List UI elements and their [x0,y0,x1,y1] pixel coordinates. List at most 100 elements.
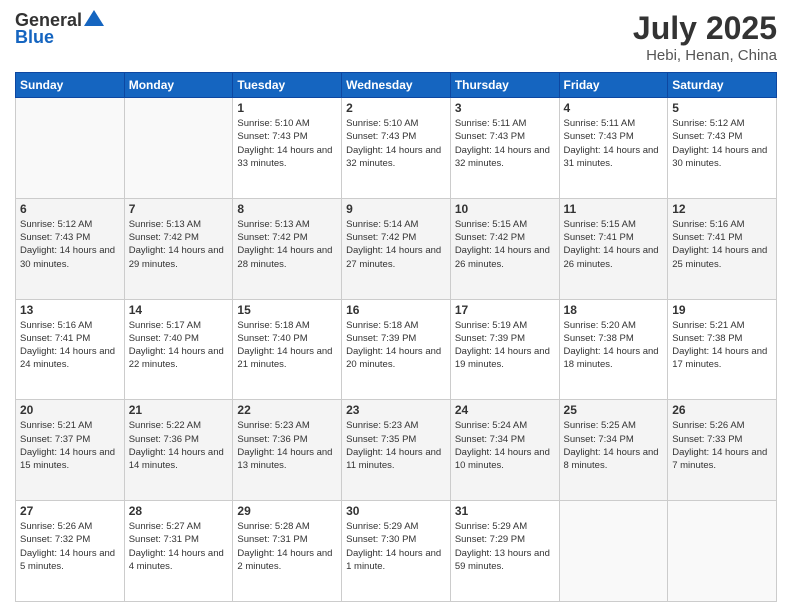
calendar-cell: 3Sunrise: 5:11 AMSunset: 7:43 PMDaylight… [450,98,559,199]
page: General Blue July 2025 Hebi, Henan, Chin… [0,0,792,612]
day-number: 21 [129,403,229,417]
calendar-header-wednesday: Wednesday [342,73,451,98]
calendar-header-tuesday: Tuesday [233,73,342,98]
calendar-cell: 18 Sunrise: 5:20 AMSunset: 7:38 PMDayligh… [559,299,668,400]
calendar-cell: 2Sunrise: 5:10 AMSunset: 7:43 PMDaylight… [342,98,451,199]
calendar-table: SundayMondayTuesdayWednesdayThursdayFrid… [15,72,777,602]
day-info: Sunrise: 5:26 AMSunset: 7:32 PMDaylight:… [20,520,120,573]
day-info: Sunrise: 5:20 AMSunset: 7:38 PMDaylight:… [564,319,664,372]
day-info: Sunrise: 5:21 AMSunset: 7:37 PMDaylight:… [20,419,120,472]
calendar-cell: 17 Sunrise: 5:19 AMSunset: 7:39 PMDayligh… [450,299,559,400]
calendar-cell [668,501,777,602]
calendar-cell: 1 Sunrise: 5:10 AMSunset: 7:43 PMDaylight… [233,98,342,199]
day-info: Sunrise: 5:18 AMSunset: 7:39 PMDaylight:… [346,319,446,372]
day-number: 17 [455,303,555,317]
day-number: 12 [672,202,772,216]
day-number: 7 [129,202,229,216]
day-info: Sunrise: 5:21 AMSunset: 7:38 PMDaylight:… [672,319,772,372]
calendar-header-saturday: Saturday [668,73,777,98]
day-info: Sunrise: 5:19 AMSunset: 7:39 PMDaylight:… [455,319,555,372]
calendar-cell [16,98,125,199]
day-info: Sunrise: 5:25 AMSunset: 7:34 PMDaylight:… [564,419,664,472]
calendar-cell: 9 Sunrise: 5:14 AMSunset: 7:42 PMDaylight… [342,198,451,299]
calendar-week-row: 20 Sunrise: 5:21 AMSunset: 7:37 PMDayligh… [16,400,777,501]
day-number: 18 [564,303,664,317]
day-info: Sunrise: 5:13 AMSunset: 7:42 PMDaylight:… [237,218,337,271]
day-info: Sunrise: 5:12 AMSunset: 7:43 PMDaylight:… [20,218,120,271]
day-number: 10 [455,202,555,216]
calendar-cell: 10 Sunrise: 5:15 AMSunset: 7:42 PMDayligh… [450,198,559,299]
day-number: 26 [672,403,772,417]
calendar-cell: 31 Sunrise: 5:29 AMSunset: 7:29 PMDayligh… [450,501,559,602]
day-info: Sunrise: 5:23 AMSunset: 7:36 PMDaylight:… [237,419,337,472]
calendar-header-sunday: Sunday [16,73,125,98]
calendar-cell: 25Sunrise: 5:25 AMSunset: 7:34 PMDayligh… [559,400,668,501]
day-number: 15 [237,303,337,317]
calendar-cell: 12 Sunrise: 5:16 AMSunset: 7:41 PMDayligh… [668,198,777,299]
day-info: Sunrise: 5:27 AMSunset: 7:31 PMDaylight:… [129,520,229,573]
day-info: Sunrise: 5:23 AMSunset: 7:35 PMDaylight:… [346,419,446,472]
day-number: 31 [455,504,555,518]
day-number: 6 [20,202,120,216]
calendar-cell: 14 Sunrise: 5:17 AMSunset: 7:40 PMDayligh… [124,299,233,400]
day-number: 2 [346,101,446,115]
day-info: Sunrise: 5:15 AMSunset: 7:41 PMDaylight:… [564,218,664,271]
calendar-cell: 21 Sunrise: 5:22 AMSunset: 7:36 PMDayligh… [124,400,233,501]
day-info: Sunrise: 5:24 AMSunset: 7:34 PMDaylight:… [455,419,555,472]
day-info: Sunrise: 5:16 AMSunset: 7:41 PMDaylight:… [672,218,772,271]
day-info: Sunrise: 5:22 AMSunset: 7:36 PMDaylight:… [129,419,229,472]
day-info: Sunrise: 5:13 AMSunset: 7:42 PMDaylight:… [129,218,229,271]
calendar-cell: 20 Sunrise: 5:21 AMSunset: 7:37 PMDayligh… [16,400,125,501]
day-number: 22 [237,403,337,417]
calendar-header-friday: Friday [559,73,668,98]
day-number: 16 [346,303,446,317]
calendar-cell: 11 Sunrise: 5:15 AMSunset: 7:41 PMDayligh… [559,198,668,299]
day-info: Sunrise: 5:17 AMSunset: 7:40 PMDaylight:… [129,319,229,372]
calendar-cell: 28Sunrise: 5:27 AMSunset: 7:31 PMDayligh… [124,501,233,602]
calendar-cell: 15 Sunrise: 5:18 AMSunset: 7:40 PMDayligh… [233,299,342,400]
day-info: Sunrise: 5:15 AMSunset: 7:42 PMDaylight:… [455,218,555,271]
calendar-cell: 5Sunrise: 5:12 AMSunset: 7:43 PMDaylight… [668,98,777,199]
day-number: 4 [564,101,664,115]
day-number: 13 [20,303,120,317]
day-number: 9 [346,202,446,216]
calendar-header-thursday: Thursday [450,73,559,98]
calendar-header-row: SundayMondayTuesdayWednesdayThursdayFrid… [16,73,777,98]
calendar-cell [559,501,668,602]
calendar-week-row: 13Sunrise: 5:16 AMSunset: 7:41 PMDayligh… [16,299,777,400]
day-info: Sunrise: 5:18 AMSunset: 7:40 PMDaylight:… [237,319,337,372]
day-info: Sunrise: 5:14 AMSunset: 7:42 PMDaylight:… [346,218,446,271]
calendar-cell: 23Sunrise: 5:23 AMSunset: 7:35 PMDayligh… [342,400,451,501]
header: General Blue July 2025 Hebi, Henan, Chin… [15,10,777,64]
calendar-week-row: 6 Sunrise: 5:12 AMSunset: 7:43 PMDaylight… [16,198,777,299]
calendar-cell [124,98,233,199]
calendar-header-monday: Monday [124,73,233,98]
calendar-cell: 7 Sunrise: 5:13 AMSunset: 7:42 PMDaylight… [124,198,233,299]
calendar-cell: 30Sunrise: 5:29 AMSunset: 7:30 PMDayligh… [342,501,451,602]
calendar-cell: 29Sunrise: 5:28 AMSunset: 7:31 PMDayligh… [233,501,342,602]
day-info: Sunrise: 5:12 AMSunset: 7:43 PMDaylight:… [672,117,772,170]
day-info: Sunrise: 5:11 AMSunset: 7:43 PMDaylight:… [564,117,664,170]
calendar-cell: 6 Sunrise: 5:12 AMSunset: 7:43 PMDaylight… [16,198,125,299]
day-number: 3 [455,101,555,115]
day-number: 30 [346,504,446,518]
month-title: July 2025 [633,10,777,47]
day-number: 14 [129,303,229,317]
day-number: 11 [564,202,664,216]
calendar-cell: 27 Sunrise: 5:26 AMSunset: 7:32 PMDayligh… [16,501,125,602]
calendar-cell: 19 Sunrise: 5:21 AMSunset: 7:38 PMDayligh… [668,299,777,400]
day-info: Sunrise: 5:29 AMSunset: 7:29 PMDaylight:… [455,520,555,573]
day-number: 20 [20,403,120,417]
day-number: 19 [672,303,772,317]
day-number: 1 [237,101,337,115]
calendar-week-row: 27 Sunrise: 5:26 AMSunset: 7:32 PMDayligh… [16,501,777,602]
day-info: Sunrise: 5:10 AMSunset: 7:43 PMDaylight:… [237,117,337,170]
calendar-cell: 26Sunrise: 5:26 AMSunset: 7:33 PMDayligh… [668,400,777,501]
logo-icon [84,10,104,26]
day-number: 24 [455,403,555,417]
calendar-cell: 24 Sunrise: 5:24 AMSunset: 7:34 PMDayligh… [450,400,559,501]
day-number: 27 [20,504,120,518]
day-info: Sunrise: 5:28 AMSunset: 7:31 PMDaylight:… [237,520,337,573]
calendar-week-row: 1 Sunrise: 5:10 AMSunset: 7:43 PMDaylight… [16,98,777,199]
calendar-cell: 16 Sunrise: 5:18 AMSunset: 7:39 PMDayligh… [342,299,451,400]
